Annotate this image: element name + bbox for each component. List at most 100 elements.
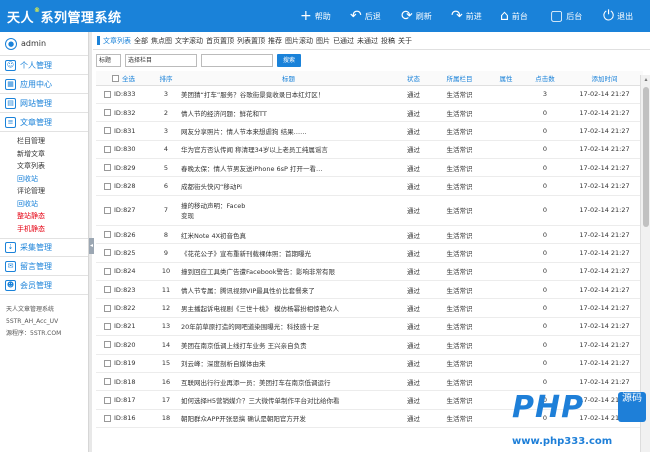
tab-scroll-text[interactable]: 文字滚动 bbox=[175, 36, 203, 46]
row-checkbox[interactable] bbox=[104, 127, 111, 135]
submenu-item[interactable]: 评论管理 bbox=[0, 185, 88, 198]
table-row[interactable]: ID:826 8 红米Note 4X初音色真 通过 生活常识 0 17-02-14 21:2… bbox=[96, 225, 643, 245]
row-status[interactable]: 通过 bbox=[396, 140, 431, 160]
scrollbar-thumb[interactable] bbox=[643, 87, 649, 227]
menu-member[interactable]: ☻ 会员管理 bbox=[0, 276, 88, 295]
submenu-item[interactable]: 新增文章 bbox=[0, 148, 88, 161]
field-select[interactable]: 标题 bbox=[96, 54, 121, 67]
row-status[interactable]: 通过 bbox=[396, 195, 431, 226]
tab-recommend[interactable]: 推荐 bbox=[268, 36, 282, 46]
submenu-item[interactable]: 栏目管理 bbox=[0, 135, 88, 148]
tab-unapproved[interactable]: 未通过 bbox=[357, 36, 378, 46]
row-checkbox[interactable] bbox=[104, 322, 111, 330]
table-row[interactable]: ID:821 13 20年前草原打造的网吧道染围曝光：科技感十足 通过 生活常识 0 17-… bbox=[96, 317, 643, 337]
row-title[interactable]: 情人节的经济问题：鲜花和TT bbox=[181, 103, 396, 123]
search-input[interactable] bbox=[201, 54, 273, 67]
row-title[interactable]: 男主播起诉电视剧《三世十桃》 模仿杨幂扮相惊艳众人 bbox=[181, 298, 396, 318]
row-title[interactable]: 美团猜“打车”服务？谷歌街景竟收录日本红灯区！ bbox=[181, 85, 396, 104]
row-checkbox[interactable] bbox=[104, 359, 111, 367]
row-status[interactable]: 通过 bbox=[396, 409, 431, 429]
table-row[interactable]: ID:823 11 情人节专属：腾讯视频VIP最具性价比套餐来了 通过 生活常识 0 17-… bbox=[96, 280, 643, 300]
menu-article[interactable]: ≡ 文章管理 bbox=[0, 113, 88, 132]
table-row[interactable]: ID:827 7 撞的移动声明：Faceb 变现 通过 生活常识 0 17-02-14 21:… bbox=[96, 195, 643, 226]
table-row[interactable]: ID:819 15 刘云峰：深度剖析自媒体由来 通过 生活常识 0 17-02-14 21:… bbox=[96, 354, 643, 373]
frontend-button[interactable]: ⌂ 前台 bbox=[500, 0, 528, 32]
row-checkbox[interactable] bbox=[104, 206, 111, 214]
row-status[interactable]: 通过 bbox=[396, 390, 431, 410]
row-status[interactable]: 通过 bbox=[396, 121, 431, 141]
row-title[interactable]: 华为官方否认传闻 称清理34岁以上老员工纯属谣言 bbox=[181, 140, 396, 160]
row-title[interactable]: 成都街头快闪“移动Pi bbox=[181, 176, 396, 196]
menu-collect[interactable]: ⇣ 采集管理 bbox=[0, 238, 88, 257]
forward-button[interactable]: ↷ 前进 bbox=[451, 0, 482, 32]
row-title[interactable]: 网友分享照片：情人节本来想虐狗 结果…… bbox=[181, 121, 396, 141]
row-status[interactable]: 通过 bbox=[396, 262, 431, 282]
row-title[interactable]: 情人节专属：腾讯视频VIP最具性价比套餐来了 bbox=[181, 280, 396, 300]
row-status[interactable]: 通过 bbox=[396, 158, 431, 178]
logout-button[interactable]: ⏻ 退出 bbox=[603, 0, 633, 32]
row-title[interactable]: 20年前草原打造的网吧道染围曝光：科技感十足 bbox=[181, 317, 396, 337]
select-all[interactable]: 全选 bbox=[96, 71, 151, 86]
row-title[interactable]: 刘云峰：深度剖析自媒体由来 bbox=[181, 354, 396, 373]
submenu-item[interactable]: 手机静态 bbox=[0, 223, 88, 236]
table-row[interactable]: ID:832 2 情人节的经济问题：鲜花和TT 通过 生活常识 0 17-02-14 21:… bbox=[96, 103, 643, 123]
refresh-button[interactable]: ⟳ 刷新 bbox=[401, 0, 432, 32]
table-row[interactable]: ID:829 5 春晚太保：情人节男友送iPhone 6sP 打开一看… 通过 生活常识… bbox=[96, 158, 643, 178]
submenu-item[interactable]: 回收站 bbox=[0, 198, 88, 211]
row-checkbox[interactable] bbox=[104, 145, 111, 153]
row-checkbox[interactable] bbox=[104, 182, 111, 190]
row-status[interactable]: 通过 bbox=[396, 85, 431, 104]
row-title[interactable]: 美团在南京低调上线打车业务 王兴亲自负责 bbox=[181, 335, 396, 355]
row-title[interactable]: 撞的移动声明：Faceb 变现 bbox=[181, 195, 396, 226]
tab-list-top[interactable]: 列表置顶 bbox=[237, 36, 265, 46]
row-status[interactable]: 通过 bbox=[396, 354, 431, 373]
tab-all[interactable]: 全部 bbox=[134, 36, 148, 46]
row-status[interactable]: 通过 bbox=[396, 225, 431, 245]
menu-guestbook[interactable]: ✉ 留言管理 bbox=[0, 257, 88, 276]
row-checkbox[interactable] bbox=[104, 231, 111, 239]
row-checkbox[interactable] bbox=[104, 396, 111, 404]
row-checkbox[interactable] bbox=[104, 164, 111, 172]
row-checkbox[interactable] bbox=[104, 90, 111, 98]
row-status[interactable]: 通过 bbox=[396, 280, 431, 300]
row-checkbox[interactable] bbox=[104, 304, 111, 312]
row-status[interactable]: 通过 bbox=[396, 335, 431, 355]
tab-focus[interactable]: 焦点图 bbox=[151, 36, 172, 46]
category-select[interactable]: 选择栏目 bbox=[125, 54, 197, 67]
tab-article-list[interactable]: 文章列表 bbox=[103, 36, 131, 46]
row-title[interactable]: 《花花公子》宣布重新刊载裸体照：首期曝光 bbox=[181, 243, 396, 263]
table-row[interactable]: ID:831 3 网友分享照片：情人节本来想虐狗 结果…… 通过 生活常识 0 17-02-… bbox=[96, 121, 643, 141]
row-checkbox[interactable] bbox=[104, 286, 111, 294]
row-checkbox[interactable] bbox=[104, 249, 111, 257]
table-row[interactable]: ID:820 14 美团在南京低调上线打车业务 王兴亲自负责 通过 生活常识 0 17-02… bbox=[96, 335, 643, 355]
row-status[interactable]: 通过 bbox=[396, 317, 431, 337]
row-checkbox[interactable] bbox=[104, 414, 111, 422]
table-row[interactable]: ID:830 4 华为官方否认传闻 称清理34岁以上老员工纯属谣言 通过 生活常识 0 17… bbox=[96, 140, 643, 160]
submenu-item[interactable]: 文章列表 bbox=[0, 160, 88, 173]
submenu-item[interactable]: 回收站 bbox=[0, 173, 88, 186]
scroll-up-icon[interactable]: ▴ bbox=[641, 75, 650, 85]
row-status[interactable]: 通过 bbox=[396, 176, 431, 196]
row-title[interactable]: 朝阳群众APP开张恶搞 确认是朝阳官方开发 bbox=[181, 409, 396, 429]
row-title[interactable]: 春晚太保：情人节男友送iPhone 6sP 打开一看… bbox=[181, 158, 396, 178]
row-status[interactable]: 通过 bbox=[396, 243, 431, 263]
backend-button[interactable]: ▢ 后台 bbox=[550, 0, 582, 32]
tab-home-top[interactable]: 首页置顶 bbox=[206, 36, 234, 46]
menu-app-center[interactable]: ▦ 应用中心 bbox=[0, 75, 88, 94]
help-button[interactable]: + 帮助 bbox=[300, 0, 331, 32]
row-status[interactable]: 通过 bbox=[396, 298, 431, 318]
row-checkbox[interactable] bbox=[104, 109, 111, 117]
tab-image[interactable]: 图片 bbox=[316, 36, 330, 46]
table-row[interactable]: ID:825 9 《花花公子》宣布重新刊载裸体照：首期曝光 通过 生活常识 0 17-02-… bbox=[96, 243, 643, 263]
row-status[interactable]: 通过 bbox=[396, 103, 431, 123]
table-row[interactable]: ID:822 12 男主播起诉电视剧《三世十桃》 模仿杨幂扮相惊艳众人 通过 生活常识 0… bbox=[96, 298, 643, 318]
row-title[interactable]: 互联网出行行业再添一员：美团打车在南京低调运行 bbox=[181, 372, 396, 392]
row-title[interactable]: 撞到回应工具类广告遭Facebook警告：影响非常有限 bbox=[181, 262, 396, 282]
tab-about[interactable]: 关于 bbox=[398, 36, 412, 46]
search-button[interactable]: 搜索 bbox=[277, 54, 302, 67]
row-title[interactable]: 如何选择H5营销媒介？三大微传单制作平台对比给你看 bbox=[181, 390, 396, 410]
back-button[interactable]: ↶ 后退 bbox=[350, 0, 381, 32]
tab-submission[interactable]: 投稿 bbox=[381, 36, 395, 46]
menu-site[interactable]: ▤ 网站管理 bbox=[0, 94, 88, 113]
row-checkbox[interactable] bbox=[104, 267, 111, 275]
